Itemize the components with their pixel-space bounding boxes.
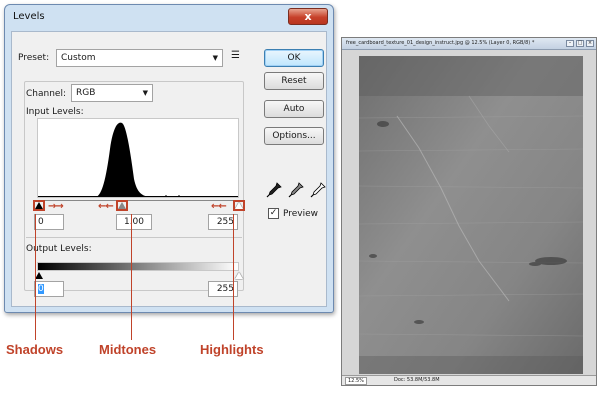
preset-dropdown[interactable]: Custom ▼ [56,49,223,67]
document-title: free_cardboard_texture_01_design_instruc… [346,40,535,46]
close-icon[interactable]: × [586,40,594,47]
output-black-slider-handle[interactable] [35,272,43,279]
zoom-field[interactable]: 12.5% [345,377,367,385]
channel-label: Channel: [26,89,66,99]
close-button[interactable]: x [288,8,328,25]
output-white-slider-handle[interactable] [235,272,243,279]
options-button[interactable]: Options... [264,127,324,145]
divider [26,237,242,238]
close-icon: x [304,10,312,23]
gray-eyedropper-icon[interactable] [288,182,304,198]
dialog-title: Levels [13,11,45,22]
texture-graphic [359,56,583,374]
minimize-icon[interactable]: – [566,40,574,47]
highlights-marker [233,200,245,211]
document-info[interactable]: Doc: 53.8M/53.8M [394,377,440,383]
white-eyedropper-icon[interactable] [310,182,326,198]
maximize-icon[interactable]: □ [576,40,584,47]
highlights-callout-line [233,214,234,340]
chevron-down-icon: ▼ [212,54,218,62]
input-shadows-field[interactable]: 0 [34,214,64,230]
shadows-callout-line [35,214,36,340]
auto-button[interactable]: Auto [264,100,324,118]
output-black-field[interactable]: 0 [34,281,64,297]
document-statusbar: 12.5% Doc: 53.8M/53.8M [342,375,596,385]
output-gradient [37,262,239,271]
chevron-down-icon: ▼ [142,89,148,97]
document-window: free_cardboard_texture_01_design_instruc… [341,37,597,386]
channel-dropdown[interactable]: RGB ▼ [71,84,153,102]
input-levels-label: Input Levels: [26,107,84,117]
preview-label: Preview [283,209,319,219]
shadows-callout: Shadows [6,342,64,357]
histogram-graph [38,122,238,197]
check-icon: ✓ [269,208,278,218]
histogram [37,118,239,198]
midtones-callout: Midtones [99,342,157,357]
preset-label: Preset: [18,53,50,63]
input-slider-track[interactable] [37,200,239,201]
dialog-titlebar[interactable]: Levels x [5,5,333,31]
preset-value: Custom [61,53,96,63]
black-eyedropper-icon[interactable] [266,182,282,198]
midtones-marker [116,200,128,211]
levels-dialog: Levels x Preset: Custom ▼ ☰ Channel: RGB… [4,4,334,313]
input-midtones-field[interactable]: 1.00 [116,214,152,230]
cardboard-texture-image [359,56,583,374]
reset-button[interactable]: Reset [264,72,324,90]
document-titlebar[interactable]: free_cardboard_texture_01_design_instruc… [342,38,596,50]
shadows-marker [33,200,45,211]
highlights-callout: Highlights [200,342,264,357]
arrow-left-icon: ←← [211,201,227,212]
dialog-body: Preset: Custom ▼ ☰ Channel: RGB ▼ Input … [11,31,327,307]
channel-value: RGB [76,88,96,98]
preview-checkbox[interactable]: ✓ [268,208,279,219]
arrow-left-icon: ←← [98,201,114,212]
arrow-right-icon: →→ [48,201,64,212]
preset-options-icon[interactable]: ☰ [231,50,240,61]
ok-button[interactable]: OK [264,49,324,67]
midtones-callout-line [131,214,132,340]
